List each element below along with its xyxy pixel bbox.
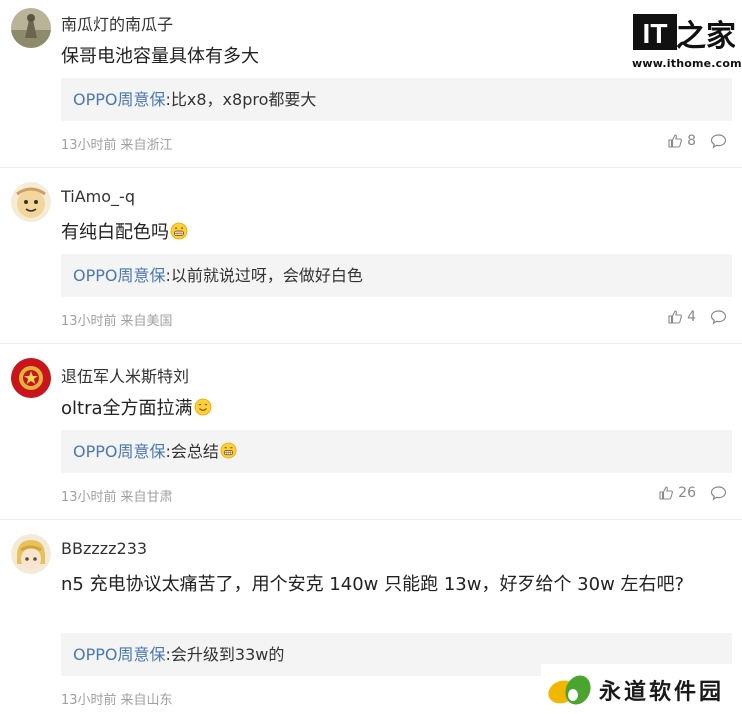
smile-emoji-icon [194, 398, 211, 416]
watermark: 永道软件园 [541, 664, 742, 714]
comment-meta: 13小时前 来自甘肃 [61, 486, 173, 505]
avatar[interactable] [11, 182, 51, 222]
thumbs-up-icon [668, 310, 682, 324]
username[interactable]: BBzzzz233 [61, 539, 147, 558]
like-button[interactable]: 8 [667, 133, 696, 149]
username[interactable]: TiAmo_-q [61, 187, 135, 206]
like-button[interactable]: 26 [658, 485, 696, 501]
avatar[interactable] [11, 8, 51, 48]
comment-text: 有纯白配色吗 [61, 218, 701, 247]
reply-text: 会总结 [170, 442, 219, 461]
reply-author[interactable]: OPPO周意保 [73, 442, 166, 461]
reply-box: OPPO周意保:比x8，x8pro都要大 [61, 78, 732, 121]
location: 来自甘肃 [120, 490, 173, 505]
comment-meta: 13小时前 来自山东 [61, 689, 173, 708]
username[interactable]: 南瓜灯的南瓜子 [61, 11, 173, 35]
location: 来自浙江 [120, 138, 173, 153]
avatar[interactable] [11, 358, 51, 398]
avatar[interactable] [11, 534, 51, 574]
grin-emoji-icon [170, 222, 188, 240]
timestamp: 13小时前 [61, 693, 117, 708]
watermark-text: 永道软件园 [599, 679, 725, 705]
reply-author[interactable]: OPPO周意保 [73, 90, 166, 109]
comment-item: 南瓜灯的南瓜子 保哥电池容量具体有多大 OPPO周意保:比x8，x8pro都要大… [0, 0, 742, 168]
reply-text: 会升级到33w的 [170, 645, 285, 664]
like-button[interactable]: 4 [667, 309, 696, 325]
comment-meta: 13小时前 来自浙江 [61, 134, 173, 153]
reply-text: 比x8，x8pro都要大 [170, 90, 317, 109]
grin-emoji-icon [220, 442, 237, 459]
comment-text: oltra全方面拉满 [61, 394, 701, 423]
like-count: 26 [678, 485, 696, 501]
reply-icon[interactable] [710, 309, 727, 325]
reply-box: OPPO周意保:会总结 [61, 430, 732, 473]
comment-text: 保哥电池容量具体有多大 [61, 46, 259, 67]
comment-item: TiAmo_-q 有纯白配色吗 OPPO周意保:以前就说过呀，会做好白色 13小… [0, 168, 742, 344]
thumbs-up-icon [659, 486, 674, 500]
reply-text: 以前就说过呀，会做好白色 [170, 266, 363, 285]
leaf-logo-icon [548, 675, 591, 705]
timestamp: 13小时前 [61, 138, 117, 153]
comment-meta: 13小时前 来自美国 [61, 310, 173, 329]
like-count: 4 [687, 309, 696, 325]
reply-box: OPPO周意保:以前就说过呀，会做好白色 [61, 254, 732, 297]
reply-icon[interactable] [710, 133, 727, 149]
username[interactable]: 退伍军人米斯特刘 [61, 363, 189, 387]
reply-author[interactable]: OPPO周意保 [73, 266, 166, 285]
timestamp: 13小时前 [61, 314, 117, 329]
timestamp: 13小时前 [61, 490, 117, 505]
reply-author[interactable]: OPPO周意保 [73, 645, 166, 664]
comment-item: 退伍军人米斯特刘 oltra全方面拉满 OPPO周意保:会总结 13小时前 来自甘… [0, 344, 742, 520]
comment-text: n5 充电协议太痛苦了，用个安克 140w 只能跑 13w，好歹给个 30w 左… [61, 574, 685, 595]
location: 来自美国 [120, 314, 173, 329]
reply-icon[interactable] [710, 485, 727, 501]
location: 来自山东 [120, 693, 173, 708]
thumbs-up-icon [668, 134, 682, 148]
like-count: 8 [687, 133, 696, 149]
